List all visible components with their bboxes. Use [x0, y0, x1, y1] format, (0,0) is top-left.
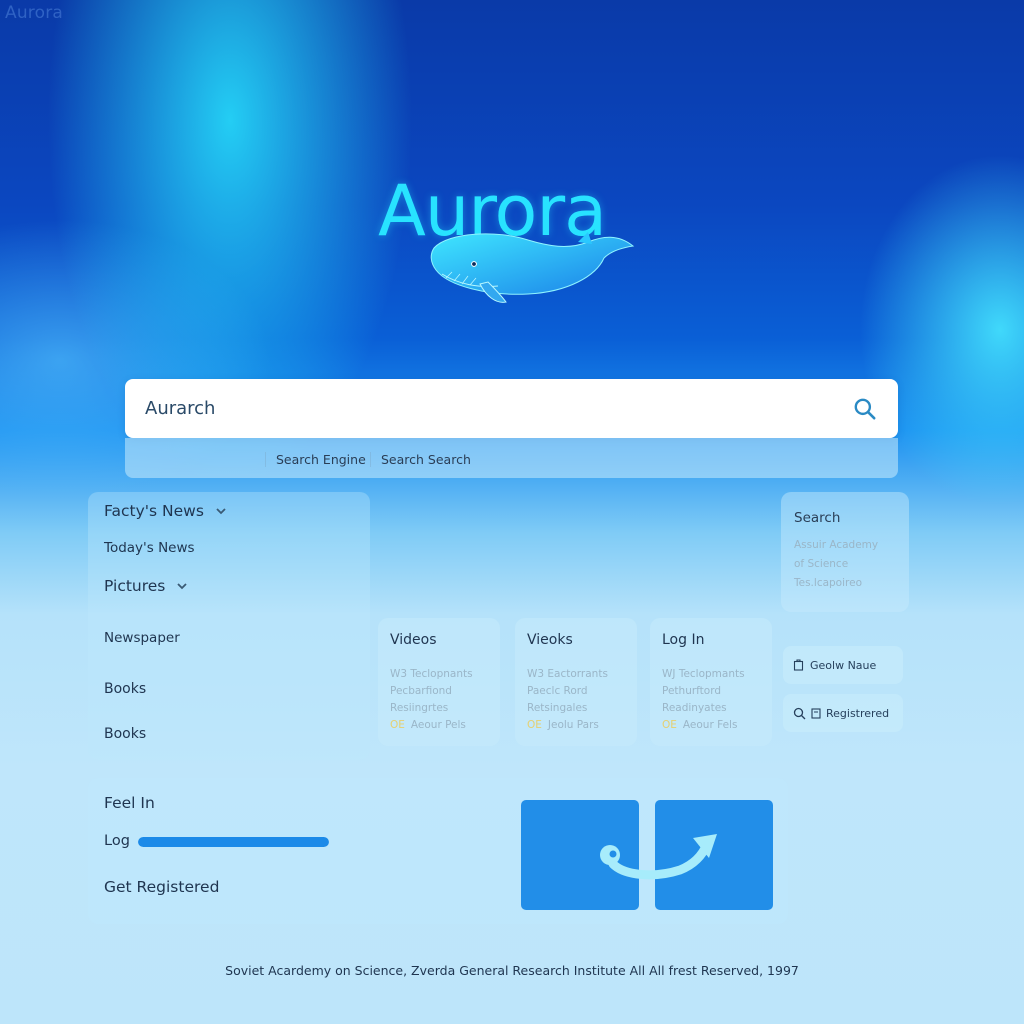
nav-item-pictures[interactable]: Pictures [104, 577, 189, 595]
clipboard-icon [793, 659, 804, 671]
card-line: Retsingales [527, 702, 588, 714]
chevron-down-icon [177, 583, 188, 590]
card-tag: OE [527, 719, 542, 731]
nav-item-label: Newspaper [104, 630, 180, 646]
side-search-line: Tes.lcapoireo [794, 577, 862, 589]
nav-item-factys-news[interactable]: Facty's News [104, 502, 228, 520]
card-tag-text: Aeour Pels [410, 719, 466, 731]
card-tag-line: OE Jeolu Pars [527, 717, 625, 734]
search-input[interactable] [145, 398, 852, 419]
corner-logo: Aurora [5, 3, 64, 23]
suggestion-search-search[interactable]: Search Search [370, 452, 471, 467]
search-suggestions: Search Engine Search Search [125, 438, 898, 478]
card-line: WJ Teclopmants [662, 668, 745, 680]
card-line: Resiingrtes [390, 702, 449, 714]
login-title: Feel In [104, 794, 155, 812]
card-line: Paeclc Rord [527, 685, 588, 697]
card-tag: OE [390, 719, 405, 731]
card-tag-line: OE Aeour Pels [390, 717, 488, 734]
pill-label: Geolw Naue [810, 658, 877, 672]
suggestion-search-engine[interactable]: Search Engine [265, 452, 366, 467]
geolw-naue-button[interactable]: Geolw Naue [783, 646, 903, 684]
progress-label: Log [104, 833, 130, 849]
footer-copyright: Soviet Acardemy on Science, Zverda Gener… [225, 963, 799, 978]
card-tag: OE [662, 719, 677, 731]
nav-panel: Facty's News Today's News Pictures Newsp… [88, 492, 370, 760]
pill-label: Registrered [826, 706, 890, 720]
nav-item-newspaper[interactable]: Newspaper [104, 630, 180, 646]
login-progress-fill [138, 837, 329, 847]
card-line: Pethurftord [662, 685, 722, 697]
whale-icon [430, 232, 635, 303]
brand-logo: Aurora [370, 170, 660, 310]
side-search-line: of Science [794, 558, 849, 570]
login-progress-bar [138, 837, 329, 847]
search-bar [125, 379, 898, 438]
side-search-line: Assuir Academy [794, 539, 879, 551]
side-search-title: Search [794, 510, 841, 526]
nav-item-label: Books [104, 681, 147, 697]
get-registered-link[interactable]: Get Registered [104, 878, 219, 896]
card-tag-text: Jeolu Pars [547, 719, 599, 731]
nav-item-books[interactable]: Books [104, 681, 146, 697]
chevron-down-icon [216, 508, 226, 515]
card-title: Videos [390, 632, 437, 648]
card-line: W3 Teclopnants [390, 668, 473, 680]
nav-item-label: Facty's News [104, 502, 204, 520]
nav-item-label: Today's News [104, 540, 195, 556]
nav-item-todays-news[interactable]: Today's News [104, 540, 195, 556]
card-tag-line: OE Aeour Fels [662, 717, 760, 734]
nav-item-label: Pictures [104, 577, 166, 595]
card-log-in[interactable]: Log In WJ Teclopmants Pethurftord Readin… [650, 618, 772, 746]
card-vieoks[interactable]: Vieoks W3 Eactorrants Paeclc Rord Retsin… [515, 618, 637, 746]
card-line: W3 Eactorrants [527, 668, 608, 680]
card-line: Readinyates [662, 702, 727, 714]
nav-item-label: Books [104, 726, 147, 742]
document-icon [811, 707, 821, 719]
transfer-arrow-icon [600, 834, 717, 880]
card-title: Log In [662, 632, 705, 648]
registered-button[interactable]: Registrered [783, 694, 903, 732]
search-icon[interactable] [852, 396, 878, 422]
nav-item-books-2[interactable]: Books [104, 726, 146, 742]
card-tag-text: Aeour Fels [682, 719, 738, 731]
card-title: Vieoks [527, 632, 573, 648]
card-line: Pecbarfiond [390, 685, 452, 697]
search-icon [793, 707, 806, 719]
card-videos[interactable]: Videos W3 Teclopnants Pecbarfiond Resiin… [378, 618, 500, 746]
side-search-panel[interactable]: Search Assuir Academy of Science Tes.lca… [781, 492, 909, 612]
